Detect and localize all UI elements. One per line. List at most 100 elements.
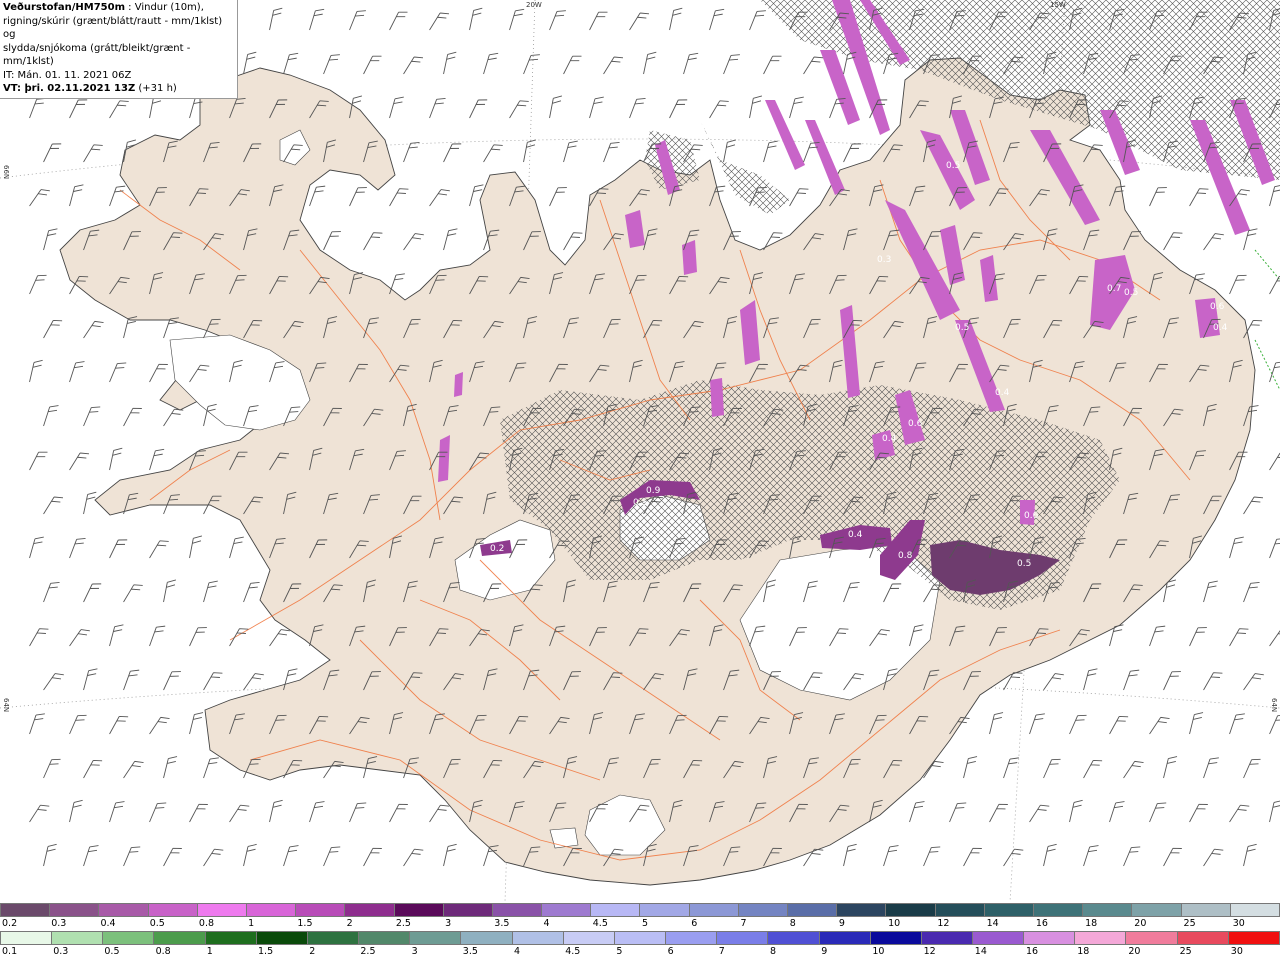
colorbar-swatch (256, 931, 308, 945)
wind-barb (429, 804, 450, 823)
wind-barb (123, 760, 144, 779)
colorbar-tick-label: 0.3 (51, 918, 67, 929)
colorbar-tick-label: 0.8 (155, 946, 171, 957)
colorbar-tick-label: 5 (616, 946, 623, 957)
colorbar-tick-label: 25 (1183, 918, 1196, 929)
colorbar-swatch (307, 931, 360, 945)
wind-barb (189, 627, 207, 647)
colorbar-tick-label: 1.5 (297, 918, 313, 929)
wind-barb (723, 139, 737, 163)
colorbar-tick-label: 2.5 (360, 946, 376, 957)
wind-barb (1269, 452, 1280, 471)
wind-barb (189, 712, 204, 735)
wind-barb (909, 801, 925, 823)
colorbar-tick-label: 0.8 (198, 918, 215, 929)
colorbar-swatch (492, 903, 543, 917)
precip-value: 0.5 (1017, 559, 1031, 569)
wind-barb (29, 713, 45, 735)
colorbar-tick-label: 3.5 (494, 918, 510, 929)
wind-barb (309, 185, 326, 207)
wind-barb (109, 801, 125, 823)
wind-barb (203, 580, 218, 603)
lead-time: (+31 h) (135, 83, 177, 94)
wind-barb (69, 361, 85, 383)
wind-barb (683, 52, 699, 75)
precip-value: 0.4 (995, 388, 1010, 398)
valid-time: VT: þri. 02.11.2021 13Z (3, 83, 136, 94)
colorbar-tick-label: 30 (1232, 918, 1245, 929)
wind-barb (523, 54, 540, 75)
wind-barb (563, 55, 582, 75)
wind-barb (43, 228, 58, 251)
colorbar-tick-label: 30 (1230, 946, 1243, 957)
colorbar-swatch (154, 931, 206, 945)
precip-value: 0.3 (877, 255, 891, 265)
wind-barb (1229, 628, 1249, 647)
colorbar-tick-label: 9 (821, 946, 828, 957)
colorbar-swatch (512, 931, 564, 945)
wind-barb (589, 11, 608, 31)
colorbar-tick-label: 1.5 (258, 946, 274, 957)
colorbar-swatch (1126, 931, 1178, 945)
colorbar-swatch (689, 903, 739, 917)
wind-barb (1269, 184, 1280, 207)
wind-barb (1163, 847, 1182, 867)
colorbar-tick-label: 10 (888, 918, 901, 929)
wind-barb (403, 141, 420, 163)
wind-barb (549, 10, 566, 31)
colorbar-tick-label: 0.5 (149, 918, 165, 929)
wind-barb (29, 189, 50, 207)
colorbar-swatch (921, 931, 973, 945)
wind-barb (443, 143, 462, 163)
wind-barb (109, 624, 124, 647)
wind-barb (803, 56, 824, 75)
wind-barb (29, 359, 43, 383)
wind-barb (389, 11, 408, 31)
colorbar-tick-label: 0.4 (100, 918, 116, 929)
wind-barb (1243, 758, 1261, 779)
wind-barb (363, 232, 383, 251)
colorbar-swatch (666, 931, 718, 945)
precip-value: 0.2 (490, 544, 504, 554)
wind-barb (149, 448, 165, 471)
wind-barb (1203, 580, 1218, 603)
wind-barb (1269, 799, 1280, 823)
colorbar-tick-label: 20 (1134, 918, 1147, 929)
colorbar-tick-label: 4 (543, 918, 550, 929)
colorbar-swatch (246, 903, 297, 917)
wind-barb (403, 56, 424, 75)
wind-barb (323, 54, 340, 75)
colorbar-tick-label: 4.5 (565, 946, 581, 957)
wind-barb (483, 144, 503, 163)
wind-barb (229, 628, 249, 647)
colorbar-swatch (0, 903, 51, 917)
precip-value: 0.4 (848, 530, 863, 540)
wind-barb (1123, 669, 1140, 691)
wind-barb (69, 184, 84, 207)
wind-barb (243, 843, 257, 867)
wind-barb (429, 189, 450, 207)
wind-barb (403, 848, 424, 867)
colorbar-swatch (591, 903, 641, 917)
wind-barb (669, 99, 688, 119)
colorbar-tick-label: 18 (1085, 918, 1098, 929)
colorbar-swatch (837, 903, 887, 917)
wind-barb (789, 96, 804, 119)
colorbar-swatch (542, 903, 592, 917)
description-line2: rigning/skúrir (grænt/blátt/rautt - mm/1… (3, 15, 223, 41)
colorbar-swatch (972, 931, 1025, 945)
wind-barb (323, 846, 341, 867)
wind-barb (629, 12, 650, 31)
wind-barb (843, 143, 862, 163)
wind-barb (1189, 188, 1209, 207)
colorbar-tick-label: 6 (691, 918, 698, 929)
wind-barb (83, 845, 99, 867)
colorbar-tick-label: 7 (718, 946, 725, 957)
colorbar-tick-label: 20 (1128, 946, 1141, 957)
colorbar-tick-label: 2 (346, 918, 353, 929)
precip-value: 0.6 (1210, 302, 1225, 312)
colorbar-tick-label: 0.2 (2, 918, 18, 929)
wind-barb (269, 629, 290, 647)
colorbar-tick-label: 3 (445, 918, 452, 929)
colorbar-swatch (197, 903, 247, 917)
